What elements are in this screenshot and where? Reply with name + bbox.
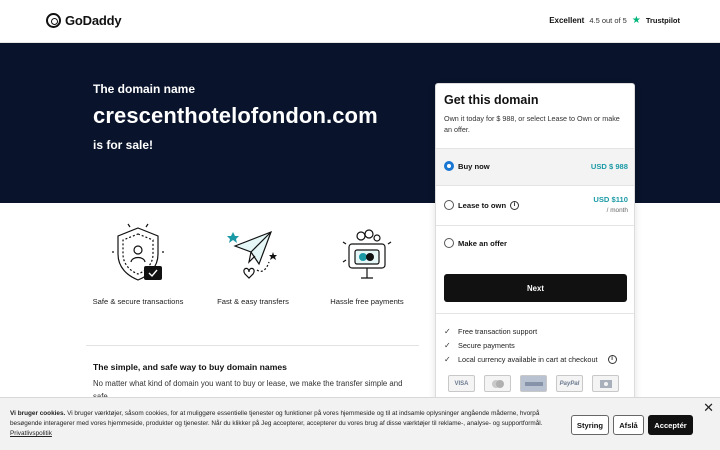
payment-methods: VISA PayPal	[448, 375, 619, 392]
option-label: Lease to own	[458, 201, 507, 210]
simple-title: The simple, and safe way to buy domain n…	[93, 362, 287, 372]
shield-icon	[112, 223, 164, 281]
next-button[interactable]: Next	[444, 274, 627, 302]
buy-now-price: USD $ 988	[590, 162, 628, 171]
cookie-text: Vi bruger værktøjer, såsom cookies, for …	[10, 410, 543, 428]
info-icon[interactable]: i	[510, 201, 520, 210]
cookie-banner: Vi bruger cookies. Vi bruger værktøjer, …	[0, 397, 720, 450]
benefit-item: ✓ Free transaction support	[444, 324, 628, 338]
trustpilot-star-icon: ★	[631, 14, 641, 26]
purchase-panel: Get this domain Own it today for $ 988, …	[435, 83, 635, 413]
godaddy-logo[interactable]: GoDaddy	[46, 13, 122, 28]
amex-icon	[520, 375, 547, 392]
decline-cookies-button[interactable]: Afslå	[613, 415, 644, 435]
visa-icon: VISA	[448, 375, 475, 392]
domain-name: crescenthotelofondon.com	[93, 103, 378, 128]
wallet-icon	[342, 229, 392, 279]
hero-lead: The domain name	[93, 82, 196, 96]
benefits-list: ✓ Free transaction support ✓ Secure paym…	[436, 313, 634, 366]
trust-rating: 4.5 out of 5	[589, 16, 627, 25]
feature-secure: Safe & secure transactions	[80, 222, 196, 306]
benefit-text: Free transaction support	[458, 326, 538, 336]
site-header: GoDaddy Excellent 4.5 out of 5 ★ Trustpi…	[0, 0, 720, 43]
cookie-text-block: Vi bruger cookies. Vi bruger værktøjer, …	[10, 409, 550, 440]
for-sale-text: is for sale!	[93, 138, 154, 152]
option-lease-to-own[interactable]: Lease to own i USD $110 / month	[436, 185, 634, 225]
feature-label: Safe & secure transactions	[92, 297, 184, 306]
close-icon[interactable]: ✕	[703, 401, 714, 414]
trust-brand: Trustpilot	[645, 16, 680, 25]
feature-transfer: Fast & easy transfers	[195, 222, 311, 306]
panel-description: Own it today for $ 988, or select Lease …	[444, 114, 620, 134]
trustpilot-rating[interactable]: Excellent 4.5 out of 5 ★ Trustpilot	[549, 14, 680, 26]
option-label-lease: Lease to own i	[458, 201, 520, 210]
check-icon: ✓	[444, 354, 451, 364]
benefit-text: Local currency available in cart at chec…	[458, 354, 598, 364]
paypal-icon: PayPal	[556, 375, 583, 392]
radio-offer[interactable]	[444, 238, 454, 248]
option-label: Buy now	[458, 162, 490, 171]
bank-icon	[592, 375, 619, 392]
info-icon[interactable]: i	[607, 354, 617, 364]
lease-price: USD $110	[593, 195, 628, 204]
section-divider	[86, 345, 419, 346]
benefit-item: ✓ Local currency available in cart at ch…	[444, 352, 628, 366]
feature-label: Fast & easy transfers	[217, 297, 289, 306]
manage-cookies-button[interactable]: Styring	[571, 415, 609, 435]
benefit-text: Secure payments	[458, 340, 515, 350]
radio-lease[interactable]	[444, 200, 454, 210]
lease-period: / month	[606, 207, 628, 214]
accept-cookies-button[interactable]: Acceptér	[648, 415, 693, 435]
cookie-title: Vi bruger cookies.	[10, 410, 66, 417]
logo-text: GoDaddy	[65, 13, 122, 28]
radio-buy-now[interactable]	[444, 161, 454, 171]
panel-title: Get this domain	[444, 93, 539, 107]
mastercard-icon	[484, 375, 511, 392]
paper-plane-icon	[227, 230, 277, 279]
privacy-policy-link[interactable]: Privatlivspolitik	[10, 430, 52, 437]
option-make-offer[interactable]: Make an offer	[436, 225, 634, 263]
option-label: Make an offer	[458, 239, 507, 248]
godaddy-logo-icon	[46, 13, 61, 28]
option-buy-now[interactable]: Buy now USD $ 988	[436, 148, 634, 185]
benefit-item: ✓ Secure payments	[444, 338, 628, 352]
check-icon: ✓	[444, 340, 451, 350]
trust-excellent: Excellent	[549, 16, 585, 25]
feature-label: Hassle free payments	[330, 297, 404, 306]
check-icon: ✓	[444, 326, 451, 336]
feature-payments: Hassle free payments	[309, 222, 425, 306]
features-row: Safe & secure transactions Fast & easy t…	[80, 222, 430, 322]
